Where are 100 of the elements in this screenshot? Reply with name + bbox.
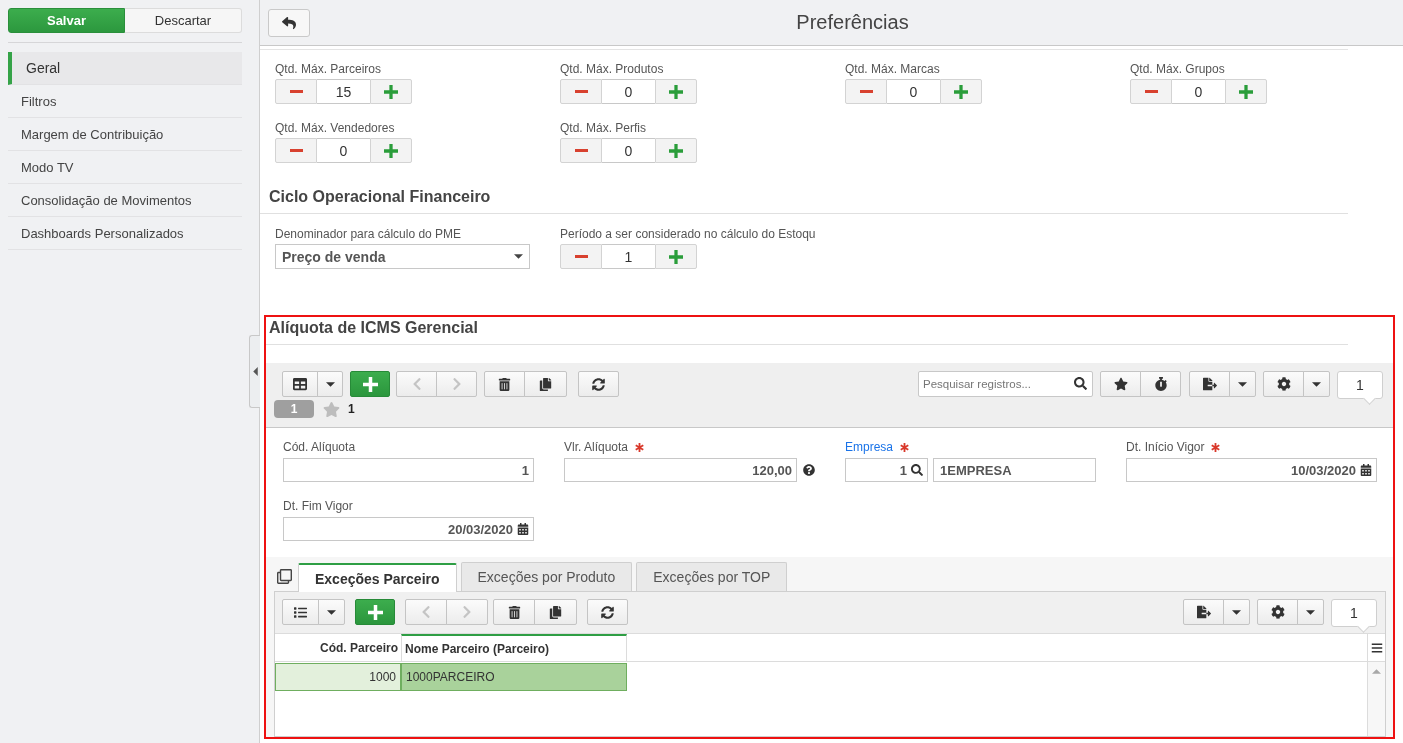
export-button[interactable] [1183, 599, 1224, 625]
increment-button[interactable] [655, 138, 697, 163]
decrement-button[interactable] [560, 138, 602, 163]
increment-button[interactable] [1225, 79, 1267, 104]
plus-icon [669, 143, 683, 158]
trash-icon [498, 377, 511, 391]
timer-button[interactable] [1140, 371, 1181, 397]
settings-menu-button[interactable] [1297, 599, 1324, 625]
star-icon [323, 400, 340, 418]
page-title: Preferências [795, 11, 910, 34]
delete-button[interactable] [493, 599, 535, 625]
delete-button[interactable] [484, 371, 525, 397]
field-label: Denominador para cálculo do PME [275, 227, 462, 241]
settings-menu-button[interactable] [1303, 371, 1330, 397]
help-icon [803, 464, 815, 476]
export-menu-button[interactable] [1229, 371, 1256, 397]
text-field[interactable]: 1 [283, 458, 534, 482]
number-field[interactable]: 1 [602, 244, 655, 269]
favorite-button[interactable] [1100, 371, 1141, 397]
minus-icon [574, 255, 588, 258]
increment-button[interactable] [655, 244, 697, 269]
decrement-button[interactable] [275, 138, 317, 163]
column-header: Cód. Parceiro [318, 639, 399, 657]
export-button[interactable] [1189, 371, 1230, 397]
field-label: Qtd. Máx. Produtos [560, 62, 664, 76]
table-cell: 1000PARCEIRO [401, 663, 627, 691]
plus-icon [384, 84, 398, 99]
minus-icon [1144, 90, 1158, 93]
sidebar-item[interactable]: Margem de Contribuição [8, 118, 242, 151]
tab[interactable]: Exceções por TOP [636, 562, 788, 591]
caret-icon [1306, 609, 1315, 615]
caret-icon [1312, 381, 1321, 387]
sidebar-item[interactable]: Consolidação de Movimentos [8, 184, 242, 217]
section-heading: Ciclo Operacional Financeiro [260, 187, 1348, 214]
discard-button[interactable]: Descartar [125, 8, 242, 33]
number-field[interactable]: 0 [1172, 79, 1225, 104]
add-button[interactable] [350, 371, 390, 397]
list-view-button[interactable] [282, 599, 319, 625]
back-arrow-icon [282, 15, 296, 30]
star-icon [1113, 377, 1128, 391]
increment-button[interactable] [370, 79, 412, 104]
number-field[interactable]: 120,00 [564, 458, 797, 482]
decrement-button[interactable] [845, 79, 887, 104]
field-label: Qtd. Máx. Perfis [560, 121, 647, 135]
table-icon [293, 377, 307, 391]
view-menu-button[interactable] [317, 371, 343, 397]
date-field[interactable]: 10/03/2020 [1126, 458, 1377, 482]
tab[interactable]: Exceções por Produto [460, 562, 633, 591]
decrement-button[interactable] [560, 79, 602, 104]
minus-icon [859, 90, 873, 93]
plus-icon [362, 376, 378, 392]
decrement-button[interactable] [275, 79, 317, 104]
grid-view-button[interactable] [282, 371, 318, 397]
increment-button[interactable] [655, 79, 697, 104]
sidebar-item[interactable]: Filtros [8, 85, 242, 118]
sidebar-item[interactable]: Modo TV [8, 151, 242, 184]
refresh-button[interactable] [578, 371, 619, 397]
export-menu-button[interactable] [1223, 599, 1250, 625]
column-header: Nome Parceiro (Parceiro) [401, 634, 627, 661]
search-field[interactable]: Pesquisar registros... [918, 371, 1093, 397]
code-field[interactable]: 1 [845, 458, 928, 482]
number-field[interactable]: 0 [602, 138, 655, 163]
number-field[interactable]: 15 [317, 79, 370, 104]
record-badge: 1 [274, 400, 314, 418]
tab[interactable]: Exceções Parceiro [298, 563, 457, 592]
name-field[interactable]: 1EMPRESA [933, 458, 1096, 482]
field-label: Empresa [845, 440, 894, 454]
decrement-button[interactable] [560, 244, 602, 269]
settings-button[interactable] [1263, 371, 1304, 397]
column-menu-icon[interactable] [1370, 641, 1383, 654]
clone-icon [277, 569, 292, 584]
copy-button[interactable] [534, 599, 577, 625]
date-field[interactable]: 20/03/2020 [283, 517, 534, 541]
number-field[interactable]: 0 [317, 138, 370, 163]
view-menu-button[interactable] [318, 599, 345, 625]
trash-icon [507, 605, 521, 619]
collapse-handle[interactable] [249, 335, 260, 408]
settings-button[interactable] [1257, 599, 1298, 625]
minus-icon [289, 149, 303, 152]
add-button[interactable] [355, 599, 395, 625]
refresh-button[interactable] [587, 599, 628, 625]
table-cell: 1000 [275, 663, 401, 691]
sidebar-item[interactable]: Dashboards Personalizados [8, 217, 242, 250]
number-field[interactable]: 0 [602, 79, 655, 104]
field-label: Qtd. Máx. Grupos [1130, 62, 1225, 76]
select-field[interactable]: Preço de venda [275, 244, 530, 269]
increment-button[interactable] [940, 79, 982, 104]
minus-icon [289, 90, 303, 93]
back-button[interactable] [268, 8, 310, 37]
copy-icon [549, 605, 562, 619]
copy-icon [539, 377, 552, 391]
increment-button[interactable] [370, 138, 412, 163]
number-field[interactable]: 0 [887, 79, 940, 104]
copy-button[interactable] [524, 371, 567, 397]
field-label: Qtd. Máx. Marcas [845, 62, 940, 76]
section-heading: Alíquota de ICMS Gerencial [266, 318, 1348, 345]
sidebar-item[interactable]: Geral [8, 52, 242, 85]
plus-icon [384, 143, 398, 158]
settings-icon [1276, 377, 1291, 391]
decrement-button[interactable] [1130, 79, 1172, 104]
